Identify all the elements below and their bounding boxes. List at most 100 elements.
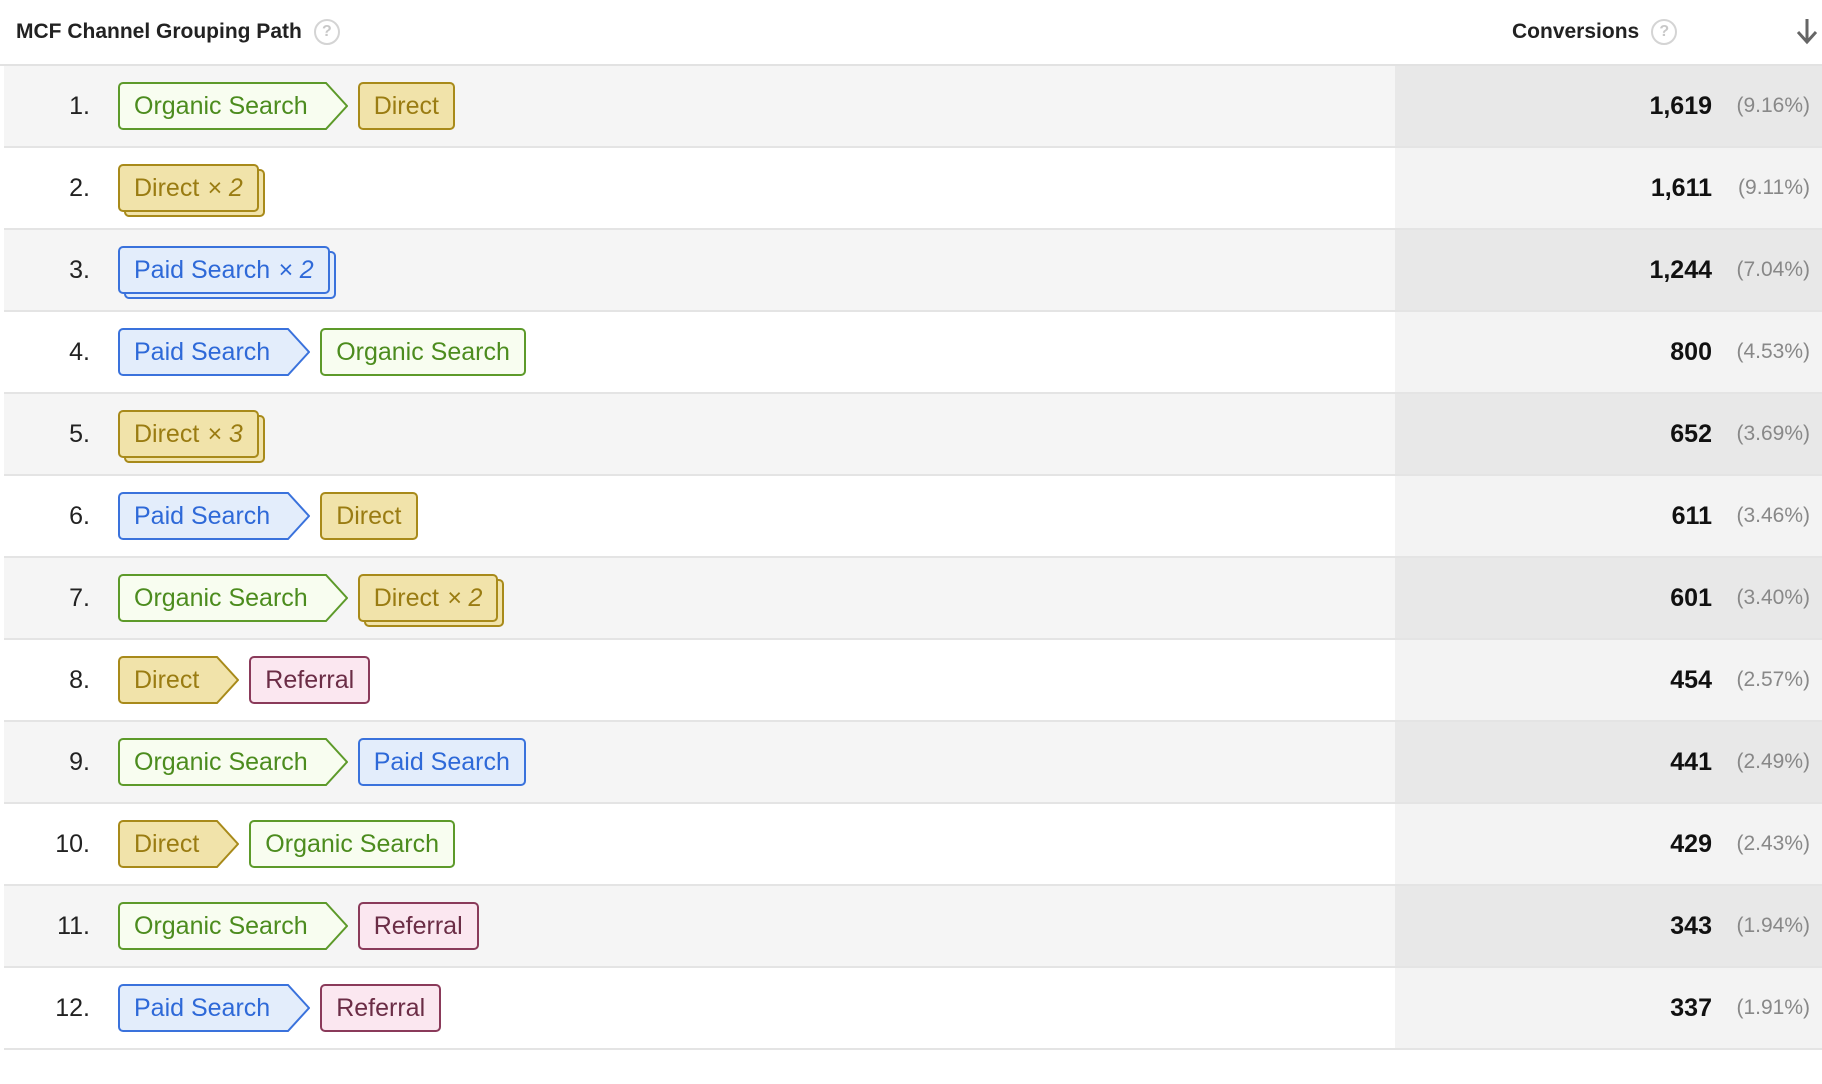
path-step: Organic Search (118, 82, 348, 130)
table-row: 9. Organic Search Paid Search 441 (2.49%) (4, 722, 1822, 804)
path-step: Organic Search (118, 574, 348, 622)
path-step: Direct (357, 82, 455, 130)
channel-chip-direct[interactable]: Direct (118, 820, 218, 868)
channel-chip-organic[interactable]: Organic Search (118, 902, 326, 950)
column-header-conversions[interactable]: Conversions ? (1512, 0, 1678, 64)
path-step: Direct (320, 492, 418, 540)
channel-chip-referral[interactable]: Referral (249, 656, 371, 704)
row-index: 1. (69, 91, 90, 120)
channel-chip-paid[interactable]: Paid Search × 2 (118, 246, 330, 294)
channel-chip-direct[interactable]: Direct (320, 492, 418, 540)
table-row: 1. Organic Search Direct 1,619 (9.16%) (4, 66, 1822, 148)
row-index: 9. (69, 747, 90, 776)
conversions-percent: (9.11%) (1738, 176, 1810, 199)
channel-chip-paid[interactable]: Paid Search (118, 328, 289, 376)
channel-chip-referral[interactable]: Referral (357, 902, 479, 950)
conversions-value: 429 (1670, 829, 1712, 858)
channel-label: Paid Search (134, 501, 271, 530)
channel-chip-direct[interactable]: Direct (357, 82, 455, 130)
channel-label: Direct (134, 419, 200, 448)
table-row: 8. Direct Referral 454 (2.57%) (4, 640, 1822, 722)
channel-path: Direct Referral (118, 640, 380, 720)
path-step: Referral (357, 902, 479, 950)
channel-label: Direct (134, 829, 200, 858)
path-step: Referral (320, 984, 442, 1032)
channel-label: Direct (134, 665, 200, 694)
table-row: 2. Direct × 2 1,611 (9.11%) (4, 148, 1822, 230)
conversions-percent: (3.40%) (1736, 586, 1810, 609)
conversions-percent: (4.53%) (1736, 340, 1810, 363)
channel-chip-direct[interactable]: Direct × 3 (118, 410, 259, 458)
conversions-value: 454 (1670, 665, 1712, 694)
channel-chip-direct[interactable]: Direct × 2 (357, 574, 499, 622)
channel-path: Direct × 2 (118, 148, 269, 228)
chevron-right-icon (323, 574, 348, 622)
conversions-percent: (2.49%) (1736, 750, 1810, 773)
channel-label: Organic Search (265, 829, 439, 858)
channel-chip-organic[interactable]: Organic Search (118, 82, 326, 130)
conversions-value: 1,244 (1649, 255, 1712, 284)
table-row: 11. Organic Search Referral 343 (1.94%) (4, 886, 1822, 968)
channel-chip-paid[interactable]: Paid Search (118, 492, 289, 540)
channel-chip-organic[interactable]: Organic Search (249, 820, 455, 868)
channel-path: Organic Search Direct × 2 (118, 558, 508, 638)
table-row: 3. Paid Search × 2 1,244 (7.04%) (4, 230, 1822, 312)
channel-chip-direct[interactable]: Direct (118, 656, 218, 704)
conversions-value: 343 (1670, 911, 1712, 940)
conversions-value: 337 (1670, 993, 1712, 1022)
channel-label: Organic Search (336, 337, 510, 366)
path-step: Direct × 2 (357, 574, 505, 627)
channel-chip-organic[interactable]: Organic Search (320, 328, 526, 376)
row-index: 8. (69, 665, 90, 694)
channel-label: Referral (373, 911, 463, 940)
channel-path: Direct × 3 (118, 394, 269, 474)
channel-chip-organic[interactable]: Organic Search (118, 738, 326, 786)
channel-chip-paid[interactable]: Paid Search (118, 984, 289, 1032)
channel-label: Direct (336, 501, 402, 530)
channel-chip-referral[interactable]: Referral (320, 984, 442, 1032)
conversions-value: 1,611 (1650, 173, 1712, 202)
help-icon[interactable]: ? (313, 19, 340, 45)
chevron-right-icon (215, 656, 240, 704)
repeat-count: × 2 (278, 255, 314, 284)
help-icon[interactable]: ? (1651, 19, 1678, 45)
channel-label: Paid Search (134, 337, 271, 366)
channel-chip-direct[interactable]: Direct × 2 (118, 164, 259, 212)
table-row: 10. Direct Organic Search 429 (2.43%) (4, 804, 1822, 886)
repeat-count: × 3 (207, 419, 243, 448)
channel-chip-organic[interactable]: Organic Search (118, 574, 326, 622)
path-step: Paid Search × 2 (118, 246, 336, 299)
mcf-paths-table: MCF Channel Grouping Path ? Conversions … (0, 0, 1822, 1050)
channel-label: Paid Search (373, 747, 510, 776)
column-header-path[interactable]: MCF Channel Grouping Path ? (16, 0, 340, 64)
conversions-percent: (7.04%) (1736, 258, 1810, 281)
path-step: Direct (118, 656, 240, 704)
table-row: 12. Paid Search Referral 337 (1.91%) (4, 968, 1822, 1050)
sort-descending-icon[interactable] (1794, 16, 1820, 46)
chevron-right-icon (215, 820, 240, 868)
channel-path: Organic Search Referral (118, 886, 489, 966)
channel-path: Direct Organic Search (118, 804, 465, 884)
conversions-percent: (9.16%) (1736, 94, 1810, 117)
row-index: 11. (57, 911, 90, 940)
row-index: 4. (69, 337, 90, 366)
conversions-value: 800 (1670, 337, 1712, 366)
channel-chip-paid[interactable]: Paid Search (357, 738, 526, 786)
conversions-column-label: Conversions (1512, 20, 1640, 43)
conversions-percent: (2.43%) (1736, 832, 1810, 855)
channel-label: Referral (265, 665, 355, 694)
channel-label: Organic Search (134, 91, 308, 120)
channel-path: Paid Search Referral (118, 968, 451, 1048)
conversions-value: 611 (1671, 501, 1712, 530)
channel-label: Direct (373, 91, 439, 120)
chevron-right-icon (323, 82, 348, 130)
table-row: 5. Direct × 3 652 (3.69%) (4, 394, 1822, 476)
table-header: MCF Channel Grouping Path ? Conversions … (0, 0, 1822, 66)
chevron-right-icon (286, 984, 311, 1032)
channel-label: Direct (134, 173, 200, 202)
path-step: Direct (118, 820, 240, 868)
row-index: 3. (69, 255, 90, 284)
conversions-percent: (3.69%) (1736, 422, 1810, 445)
chevron-right-icon (286, 492, 311, 540)
conversions-value: 652 (1670, 419, 1712, 448)
